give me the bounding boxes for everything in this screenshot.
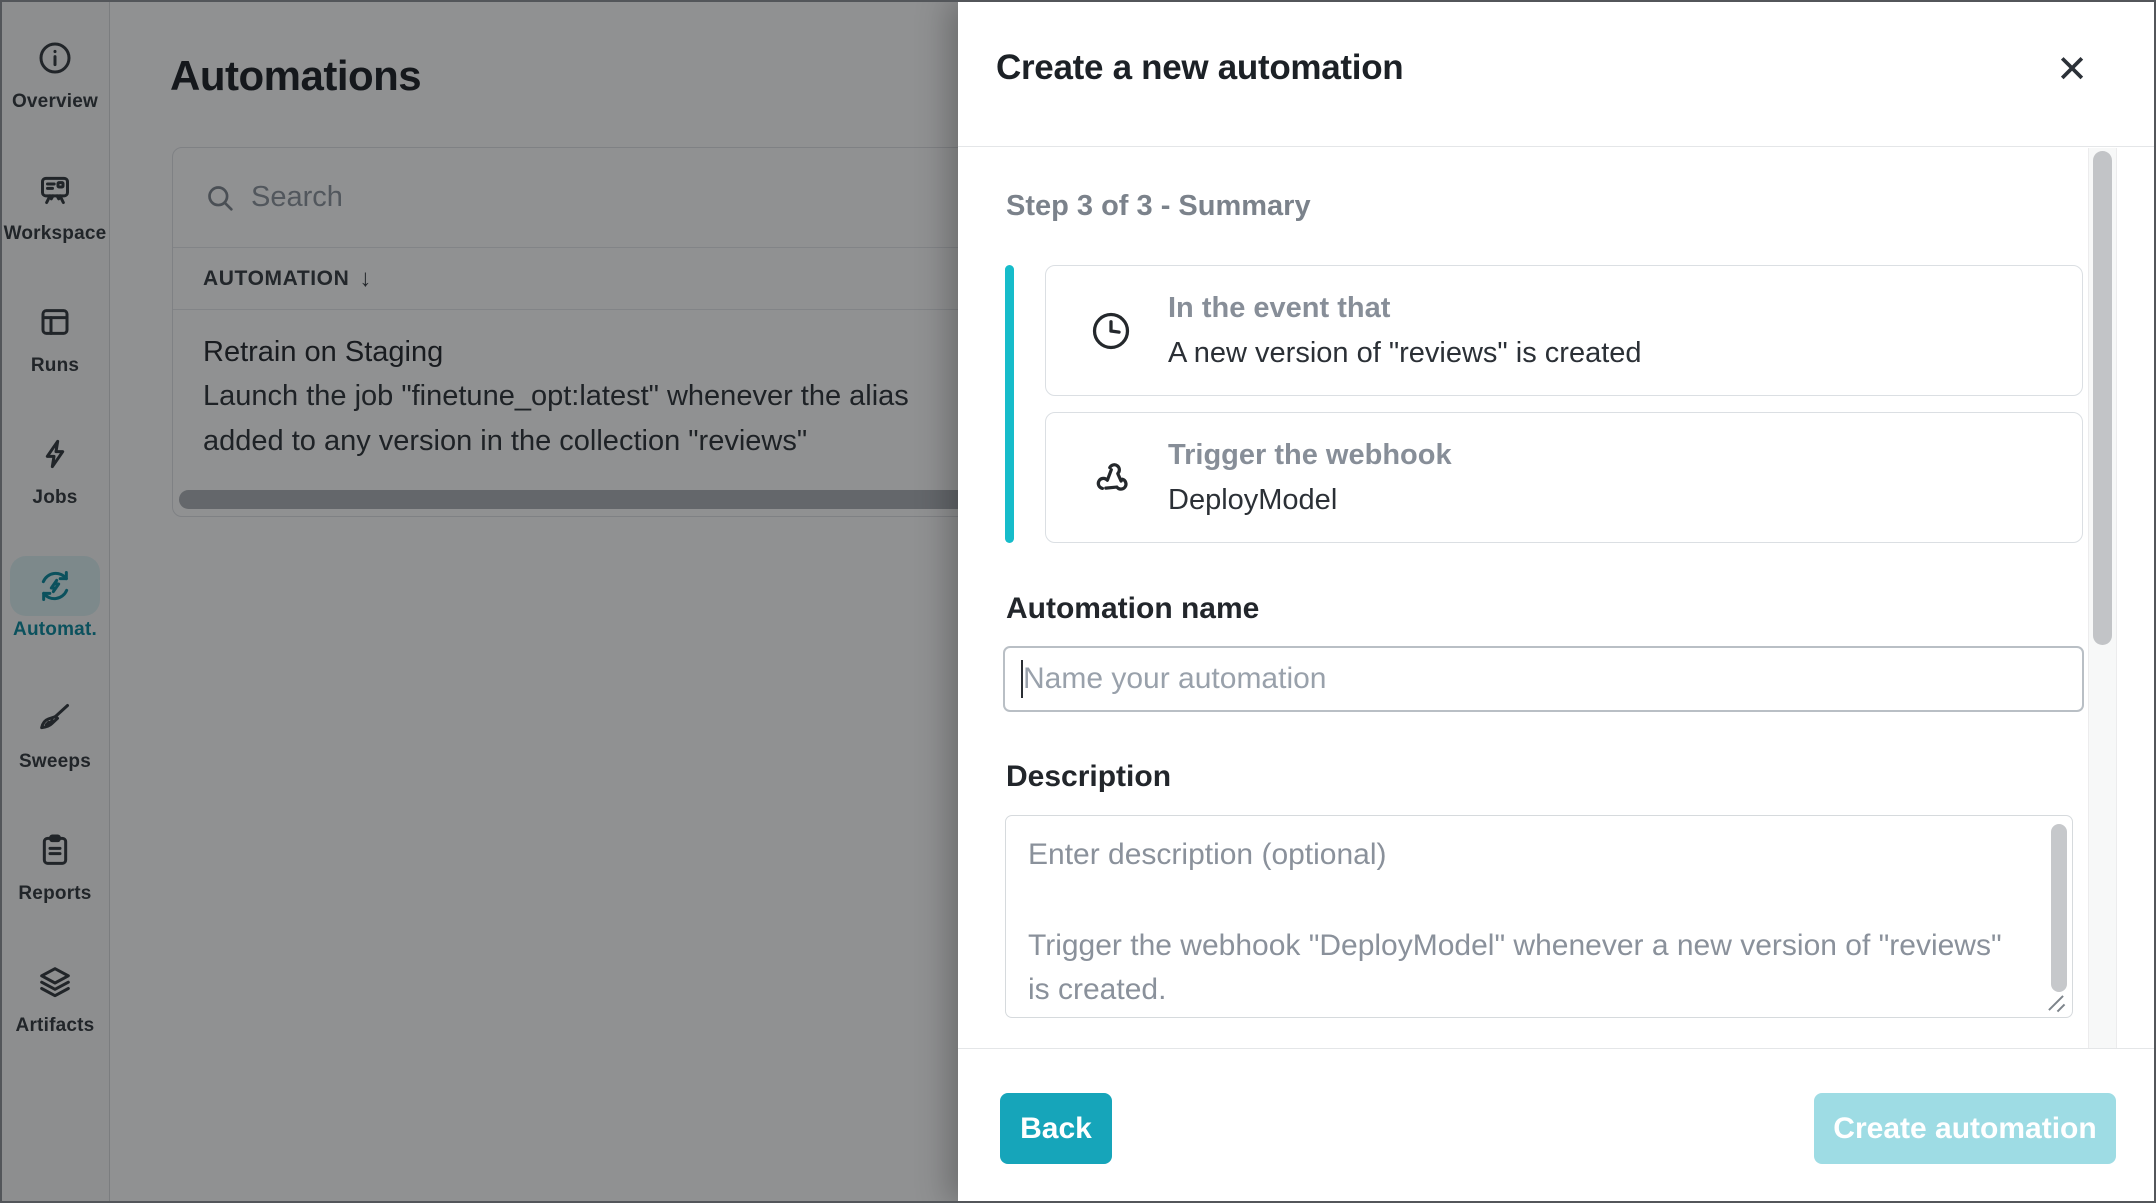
action-card-value: DeployModel — [1168, 477, 1452, 523]
close-icon[interactable]: ✕ — [2050, 48, 2094, 92]
description-textarea[interactable]: Enter description (optional) Trigger the… — [1005, 815, 2073, 1018]
description-suggested-text: Trigger the webhook "DeployModel" whenev… — [1028, 924, 2028, 1012]
text-caret — [1021, 660, 1023, 698]
create-automation-button[interactable]: Create automation — [1814, 1093, 2116, 1164]
back-button[interactable]: Back — [1000, 1093, 1112, 1164]
action-card-title: Trigger the webhook — [1168, 433, 1452, 477]
textarea-scrollbar[interactable] — [2051, 824, 2067, 996]
description-label: Description — [1006, 760, 1171, 794]
modal-title: Create a new automation — [996, 48, 1403, 88]
event-card-title: In the event that — [1168, 286, 1642, 330]
resize-handle-icon[interactable] — [2044, 990, 2066, 1012]
automation-name-input[interactable] — [1003, 646, 2084, 712]
event-card-value: A new version of "reviews" is created — [1168, 330, 1642, 376]
modal-header: Create a new automation ✕ — [958, 0, 2156, 147]
webhook-icon — [1088, 455, 1134, 501]
summary-card-event: In the event that A new version of "revi… — [1045, 265, 2083, 396]
summary-card-action: Trigger the webhook DeployModel — [1045, 412, 2083, 543]
modal-scrollbar-thumb[interactable] — [2093, 151, 2112, 645]
modal-footer: Back Create automation — [958, 1048, 2156, 1203]
step-indicator: Step 3 of 3 - Summary — [1006, 190, 1311, 223]
create-automation-modal: Create a new automation ✕ Step 3 of 3 - … — [958, 0, 2156, 1203]
description-placeholder: Enter description (optional) — [1028, 838, 1387, 872]
modal-scrollbar[interactable] — [2088, 148, 2117, 1048]
automation-name-label: Automation name — [1006, 592, 1259, 626]
textarea-scrollbar-thumb[interactable] — [2051, 824, 2067, 992]
summary-accent-bar — [1005, 265, 1014, 543]
clock-icon — [1088, 308, 1134, 354]
